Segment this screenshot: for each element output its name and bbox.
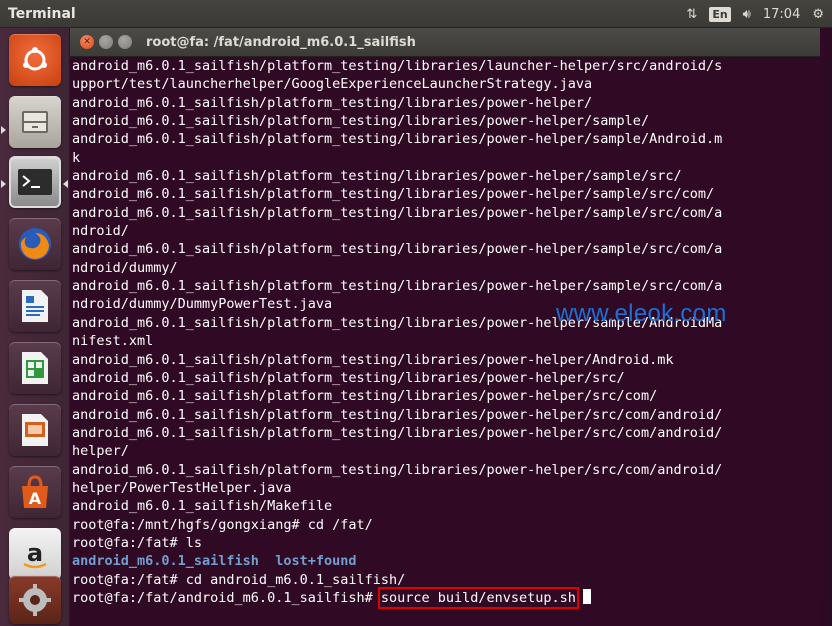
output-line: k	[72, 149, 81, 166]
svg-text:A: A	[29, 489, 42, 508]
impress-icon[interactable]	[9, 404, 61, 456]
output-line: root@fa:/fat# cd android_m6.0.1_sailfish…	[72, 571, 406, 588]
software-center-icon[interactable]: A	[9, 466, 61, 518]
volume-icon[interactable]: 🔊︎	[743, 7, 751, 22]
output-line: android_m6.0.1_sailfish/platform_testing…	[72, 369, 625, 386]
directory-entry: android_m6.0.1_sailfish	[72, 553, 259, 570]
files-running-indicator	[1, 126, 6, 134]
app-title: Terminal	[8, 5, 76, 22]
output-line: upport/test/launcherhelper/GoogleExperie…	[72, 76, 593, 93]
watermark: www.eleok.com	[556, 300, 727, 327]
output-line: android_m6.0.1_sailfish/platform_testing…	[72, 204, 723, 221]
files-icon[interactable]	[9, 96, 61, 148]
maximize-button[interactable]	[118, 35, 132, 49]
output-line: android_m6.0.1_sailfish/platform_testing…	[72, 241, 723, 258]
output-line: android_m6.0.1_sailfish/platform_testing…	[72, 186, 715, 203]
shell-prompt: root@fa:/fat/android_m6.0.1_sailfish#	[72, 589, 373, 606]
output-line: ndroid/dummy/	[72, 259, 178, 276]
dash-home-icon[interactable]	[9, 34, 61, 86]
text-cursor	[582, 588, 591, 604]
output-line: android_m6.0.1_sailfish/platform_testing…	[72, 461, 723, 478]
window-title: root@fa: /fat/android_m6.0.1_sailfish	[146, 34, 416, 50]
output-line: helper/PowerTestHelper.java	[72, 479, 292, 496]
output-line: android_m6.0.1_sailfish/platform_testing…	[72, 406, 723, 423]
output-line: android_m6.0.1_sailfish/platform_testing…	[72, 131, 723, 148]
firefox-icon[interactable]	[9, 218, 61, 270]
terminal-output[interactable]: android_m6.0.1_sailfish/platform_testing…	[70, 57, 820, 626]
output-line: android_m6.0.1_sailfish/platform_testing…	[72, 94, 593, 111]
output-line: nifest.xml	[72, 333, 154, 350]
output-line: android_m6.0.1_sailfish/platform_testing…	[72, 168, 682, 185]
keyboard-layout-indicator[interactable]: En	[709, 6, 731, 22]
system-settings-icon[interactable]	[9, 576, 61, 624]
terminal-icon[interactable]	[9, 156, 61, 208]
ls-output-line: android_m6.0.1_sailfish lost+found	[72, 552, 820, 570]
amazon-icon[interactable]: a	[9, 528, 61, 580]
output-line: android_m6.0.1_sailfish/platform_testing…	[72, 278, 723, 295]
directory-entry: lost+found	[275, 553, 357, 570]
svg-text:a: a	[27, 539, 43, 567]
scrollbar[interactable]	[820, 29, 826, 598]
calc-icon[interactable]	[9, 342, 61, 394]
close-button[interactable]: ✕	[80, 35, 94, 49]
indicator-area: ⇅ En 🔊︎ 17:04 ⚙	[686, 0, 824, 28]
clock[interactable]: 17:04	[763, 7, 800, 22]
prompt-line[interactable]: root@fa:/fat/android_m6.0.1_sailfish# so…	[72, 586, 820, 609]
launcher: A a	[0, 28, 70, 626]
writer-icon[interactable]	[9, 280, 61, 332]
output-line: android_m6.0.1_sailfish/platform_testing…	[72, 113, 650, 130]
output-line: root@fa:/mnt/hgfs/gongxiang# cd /fat/	[72, 516, 373, 533]
terminal-focused-indicator	[63, 180, 68, 188]
output-line: android_m6.0.1_sailfish/platform_testing…	[72, 388, 658, 405]
output-line: android_m6.0.1_sailfish/Makefile	[72, 498, 333, 515]
network-icon[interactable]: ⇅	[686, 7, 697, 22]
output-line: android_m6.0.1_sailfish/platform_testing…	[72, 424, 723, 441]
settings-icon[interactable]: ⚙	[812, 7, 824, 22]
output-line: root@fa:/fat# ls	[72, 534, 203, 551]
output-line: android_m6.0.1_sailfish/platform_testing…	[72, 351, 674, 368]
output-line: android_m6.0.1_sailfish/platform_testing…	[72, 58, 723, 74]
current-command[interactable]: source build/envsetup.sh	[377, 586, 579, 609]
top-panel: Terminal ⇅ En 🔊︎ 17:04 ⚙	[0, 0, 832, 28]
window-titlebar[interactable]: ✕ root@fa: /fat/android_m6.0.1_sailfish	[70, 28, 820, 57]
output-line: ndroid/	[72, 223, 129, 240]
output-line: helper/	[72, 443, 129, 460]
terminal-running-indicator	[1, 180, 6, 188]
minimize-button[interactable]	[99, 35, 113, 49]
